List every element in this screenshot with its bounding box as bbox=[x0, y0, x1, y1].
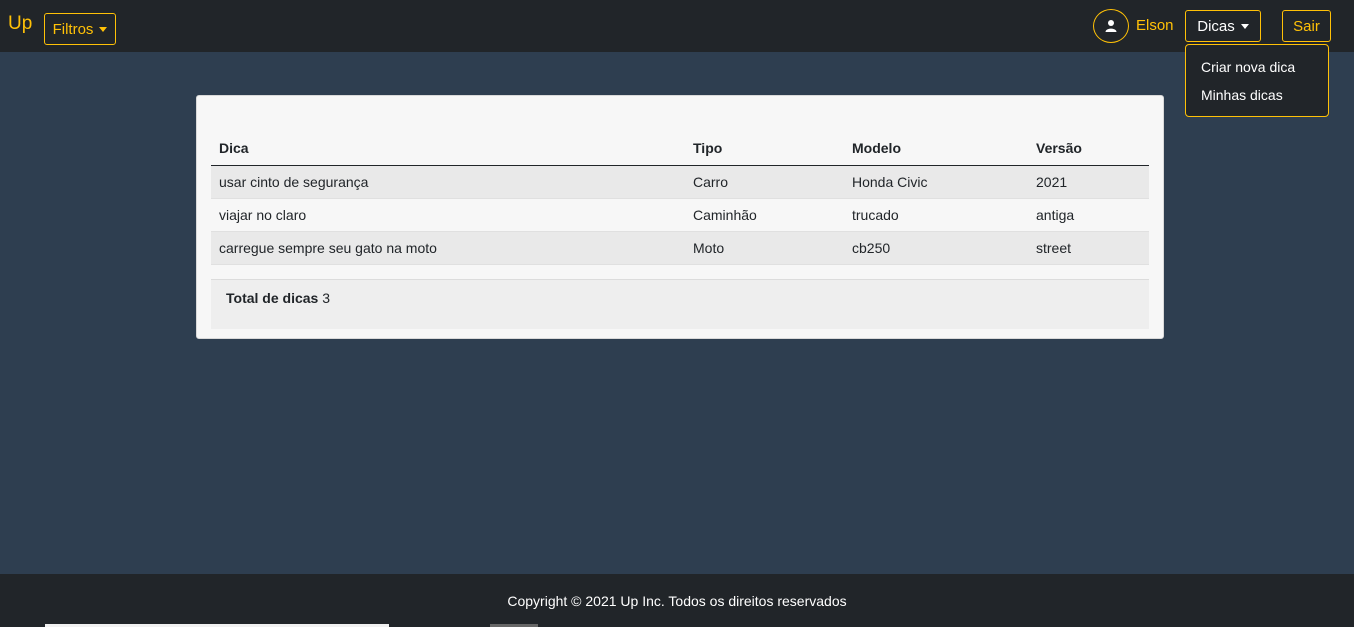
dicas-card: Dica Tipo Modelo Versão usar cinto de se… bbox=[196, 95, 1164, 339]
cell-tipo: Carro bbox=[685, 164, 844, 198]
dicas-label: Dicas bbox=[1197, 17, 1235, 35]
table-row: usar cinto de segurança Carro Honda Civi… bbox=[211, 164, 1149, 198]
menu-item-criar-nova-dica[interactable]: Criar nova dica bbox=[1201, 59, 1295, 75]
sair-button[interactable]: Sair bbox=[1282, 10, 1331, 42]
cell-modelo: cb250 bbox=[844, 230, 1028, 265]
total-dicas: Total de dicas 3 bbox=[211, 279, 1149, 329]
footer: Copyright © 2021 Up Inc. Todos os direit… bbox=[0, 574, 1354, 627]
cell-dica: carregue sempre seu gato na moto bbox=[211, 230, 685, 265]
filtros-dropdown-button[interactable]: Filtros bbox=[44, 13, 116, 45]
header-modelo: Modelo bbox=[844, 132, 1028, 166]
dicas-table: Dica Tipo Modelo Versão usar cinto de se… bbox=[211, 132, 1149, 265]
table-row: viajar no claro Caminhão trucado antiga bbox=[211, 197, 1149, 231]
total-label: Total de dicas bbox=[226, 290, 319, 306]
dicas-dropdown-button[interactable]: Dicas bbox=[1185, 10, 1261, 42]
menu-item-minhas-dicas[interactable]: Minhas dicas bbox=[1201, 87, 1283, 103]
cell-versao: antiga bbox=[1028, 197, 1149, 231]
cell-versao: street bbox=[1028, 230, 1149, 265]
navbar: Up Filtros Elson Dicas Sair bbox=[0, 0, 1354, 52]
caret-down-icon bbox=[99, 26, 108, 32]
total-value: 3 bbox=[322, 290, 331, 306]
copyright-text: Copyright © 2021 Up Inc. Todos os direit… bbox=[507, 592, 847, 609]
cell-modelo: Honda Civic bbox=[844, 164, 1028, 198]
table-row: carregue sempre seu gato na moto Moto cb… bbox=[211, 230, 1149, 265]
table-header-row: Dica Tipo Modelo Versão bbox=[211, 132, 1149, 166]
user-avatar[interactable] bbox=[1093, 9, 1129, 43]
caret-down-icon bbox=[1240, 23, 1249, 29]
cell-versao: 2021 bbox=[1028, 164, 1149, 198]
header-dica: Dica bbox=[211, 132, 685, 166]
header-versao: Versão bbox=[1028, 132, 1149, 166]
cell-tipo: Moto bbox=[685, 230, 844, 265]
dicas-dropdown-menu: Criar nova dica Minhas dicas bbox=[1185, 44, 1329, 117]
brand-logo[interactable]: Up bbox=[8, 13, 32, 35]
cell-dica: usar cinto de segurança bbox=[211, 164, 685, 198]
cell-tipo: Caminhão bbox=[685, 197, 844, 231]
user-name[interactable]: Elson bbox=[1136, 17, 1174, 34]
header-tipo: Tipo bbox=[685, 132, 844, 166]
filtros-label: Filtros bbox=[52, 20, 94, 38]
cell-modelo: trucado bbox=[844, 197, 1028, 231]
user-icon bbox=[1105, 20, 1117, 32]
cell-dica: viajar no claro bbox=[211, 197, 685, 231]
